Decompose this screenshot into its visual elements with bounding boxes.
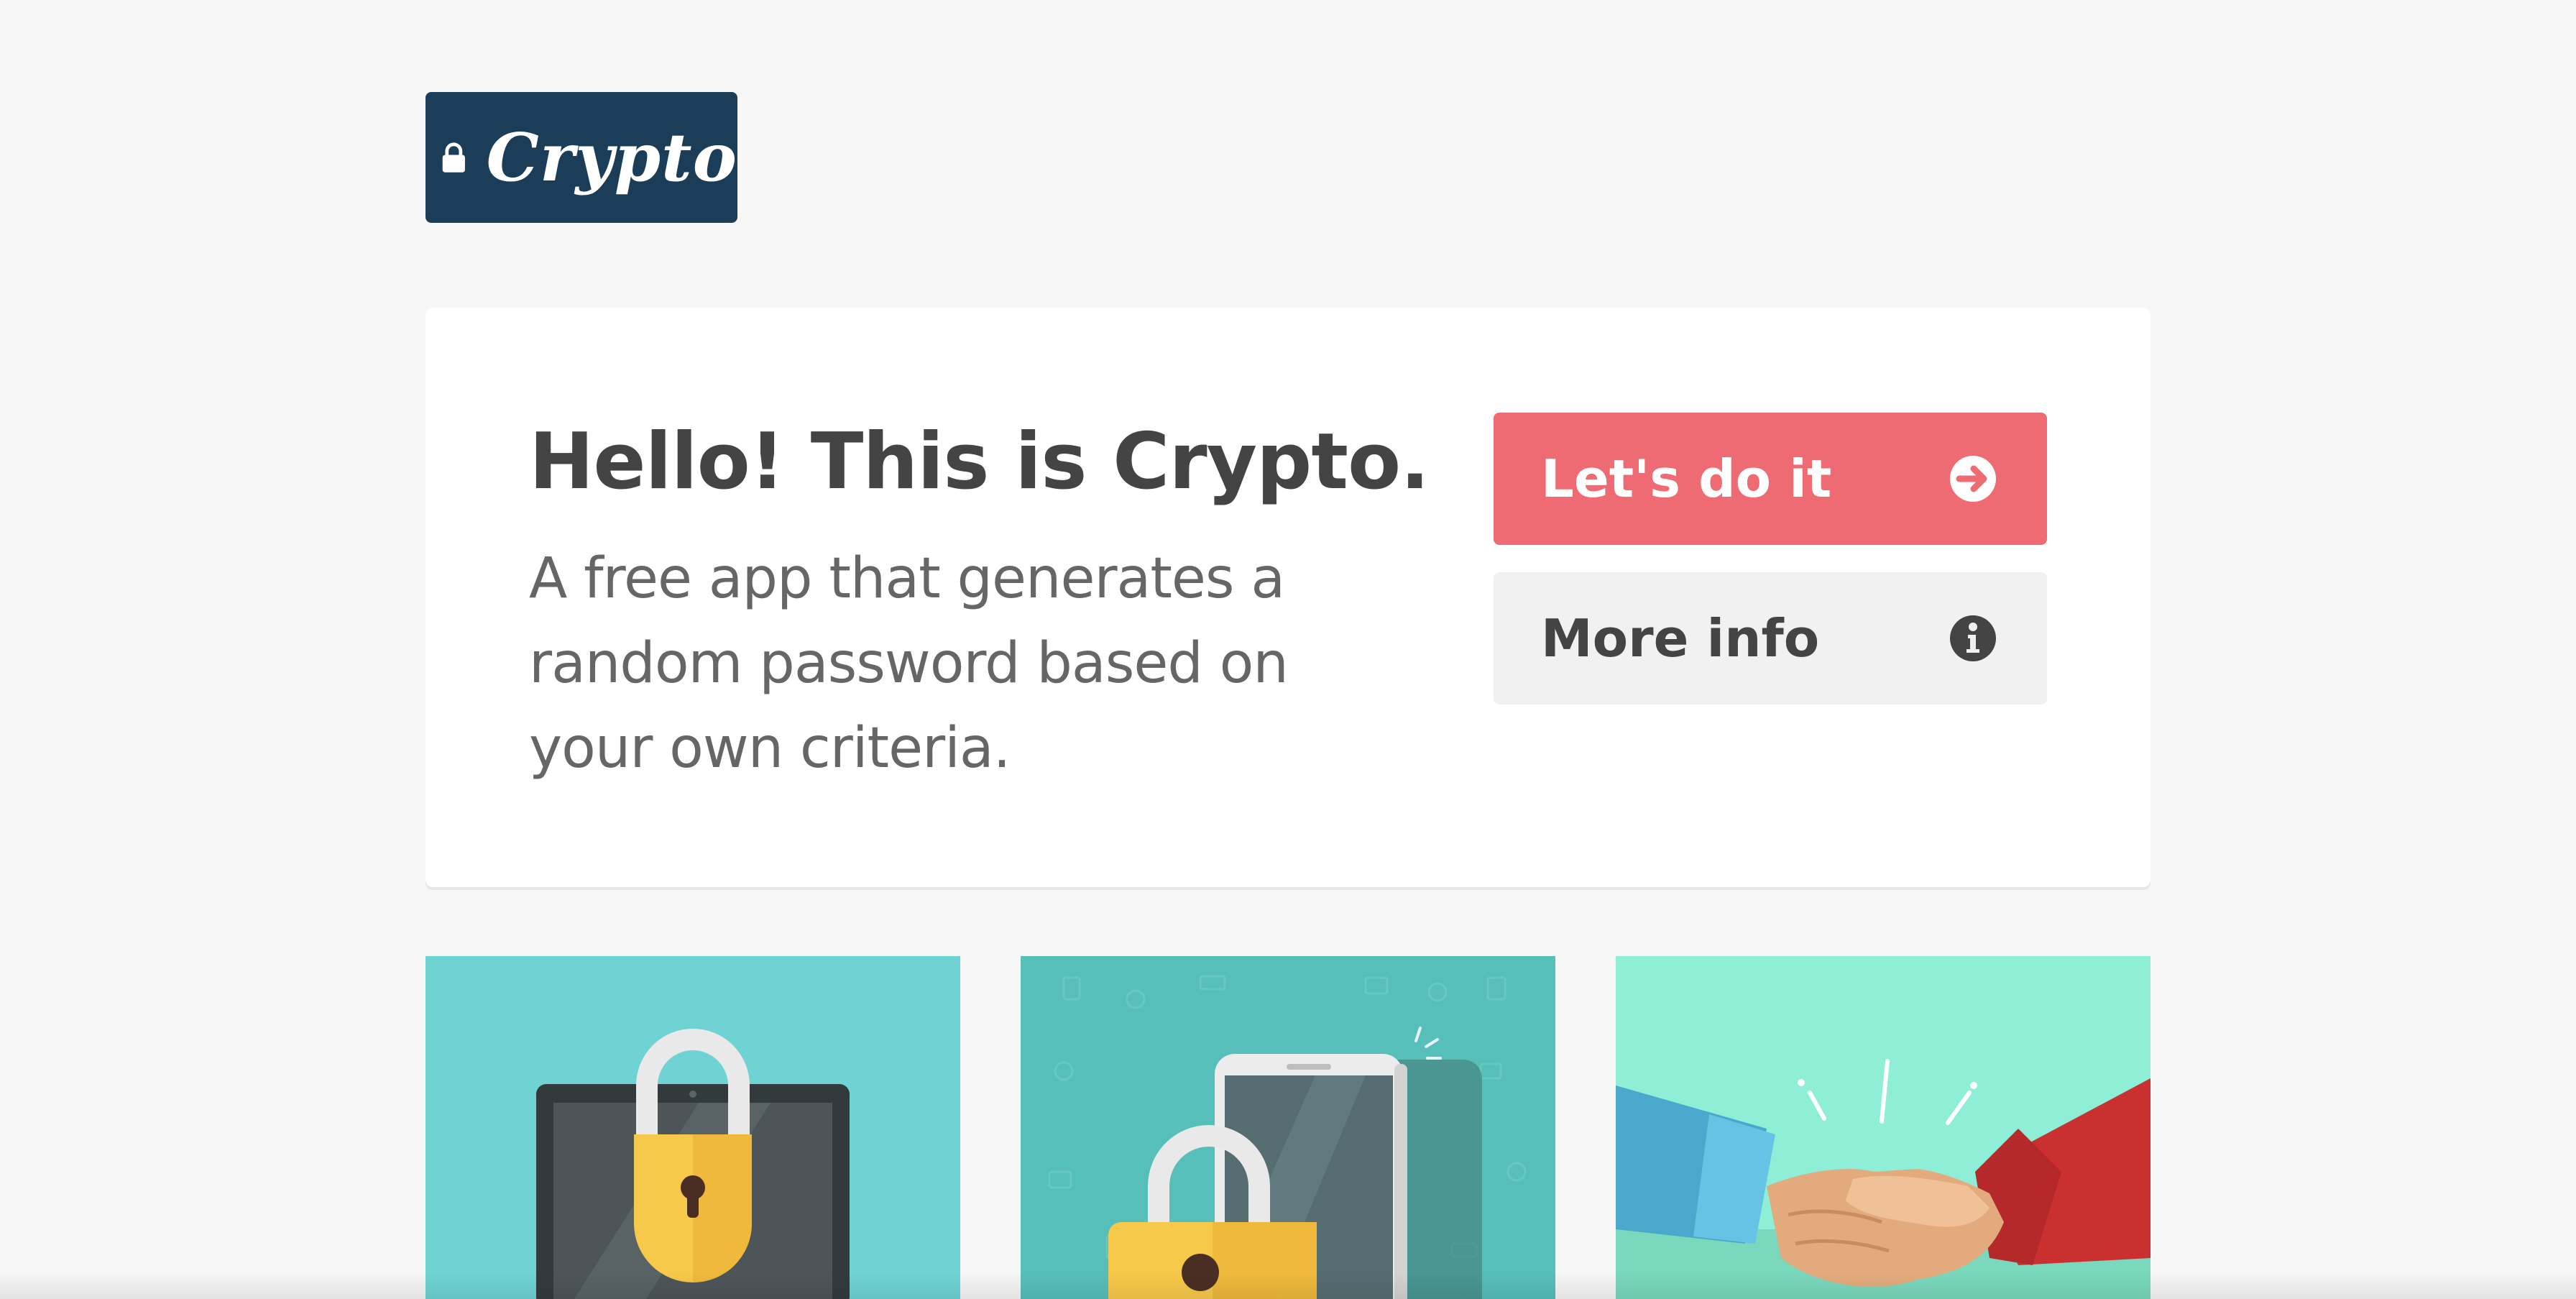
arrow-right-circle-icon (1950, 456, 1996, 502)
hero-card: Hello! This is Crypto. A free app that g… (426, 308, 2150, 887)
hero-description: A free app that generates a random passw… (529, 546, 1289, 781)
hero-title: Hello! This is Crypto. (529, 417, 1430, 507)
phone-padlock-illustration (1048, 975, 1527, 1299)
lock-icon (442, 142, 465, 173)
more-info-button[interactable]: More info (1494, 572, 2047, 704)
logo-text: Crypto (486, 119, 737, 196)
info-circle-icon (1950, 615, 1996, 661)
laptop-padlock-illustration (536, 1029, 850, 1299)
lets-do-it-label: Let's do it (1541, 449, 1832, 509)
lets-do-it-button[interactable]: Let's do it (1494, 413, 2047, 545)
crypto-logo[interactable]: Crypto (426, 92, 737, 223)
feature-tile-phone[interactable] (1021, 956, 1555, 1299)
handshake-illustration (1616, 1059, 2150, 1299)
feature-tile-handshake[interactable] (1616, 956, 2150, 1299)
feature-tile-laptop[interactable] (426, 956, 960, 1299)
page: Crypto Hello! This is Crypto. A free app… (0, 0, 2576, 1299)
more-info-label: More info (1541, 608, 1820, 669)
